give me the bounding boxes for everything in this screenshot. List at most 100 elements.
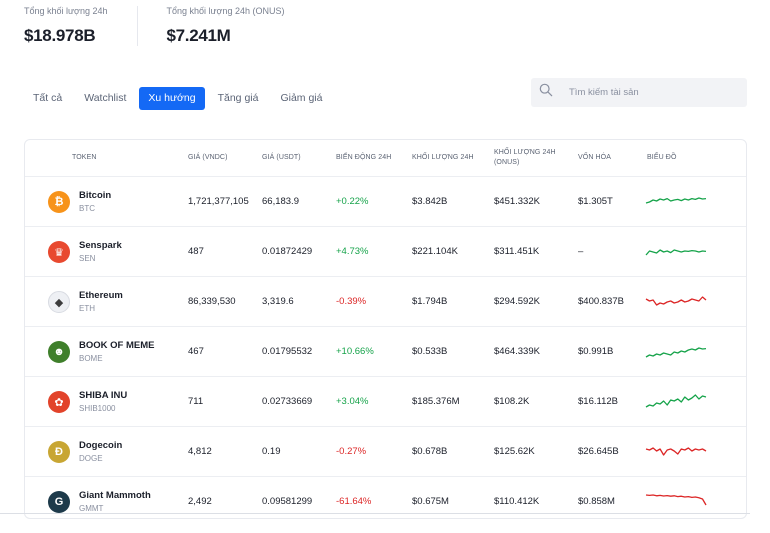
volume-24h-onus: $110.412K [494,496,540,507]
price-vndc: 467 [188,346,204,357]
price-vndc: 2,492 [188,496,212,507]
sparkline-chart [645,347,707,358]
price-vndc: 4,812 [188,446,212,457]
total-volume-value: $18.978B [24,26,96,45]
sparkline-path [645,447,707,456]
token-symbol: SEN [79,254,96,263]
volume-24h-onus: $294.592K [494,296,540,307]
market-cap: $26.645B [578,446,619,457]
price-usdt: 3,319.6 [262,296,294,307]
price-change: +0.22% [336,196,369,207]
market-cap: $1.305T [578,196,613,207]
token-symbol: BTC [79,204,95,213]
coin-glyph: ☻ [53,346,65,358]
table-row[interactable]: ₿ Bitcoin BTC 1,721,377,105 66,183.9 +0.22% $3… [25,176,746,226]
market-cap: $0.991B [578,346,614,357]
col-price-usdt: GIÁ (USDT) [262,154,301,161]
volume-24h: $0.675M [412,496,449,507]
sparkline-path [645,197,707,204]
volume-24h: $1.794B [412,296,448,307]
price-usdt: 0.02733669 [262,396,313,407]
price-change: +4.73% [336,246,369,257]
price-change: -0.27% [336,446,367,457]
token-name: Giant Mammoth [79,490,151,501]
table-row[interactable]: ✿ SHIBA INU SHIB1000 711 0.02733669 +3.04% $18… [25,376,746,426]
market-cap: $16.112B [578,396,618,407]
tab-watchlist[interactable]: Watchlist [75,87,135,110]
onus-volume-value: $7.241M [166,26,231,45]
token-symbol: ETH [79,304,95,313]
senspark-icon: ♛ [48,241,70,263]
market-cap: $0.858M [578,496,615,507]
sparkline-chart [645,447,707,456]
sparkline-path [645,394,707,408]
coin-glyph: Đ [55,446,63,458]
volume-24h: $0.533B [412,346,448,357]
token-name: SHIBA INU [79,390,128,401]
price-usdt: 0.19 [262,446,281,457]
tab-losers[interactable]: Giảm giá [271,87,331,110]
col-market-cap: VỐN HÓA [578,154,611,161]
volume-24h: $0.678B [412,446,448,457]
price-change: +10.66% [336,346,374,357]
col-change: BIẾN ĐỘNG 24H [336,154,392,161]
total-volume-stat: Tổng khối lượng 24h $18.978B [24,6,137,46]
col-price-vndc: GIÁ (VNDC) [188,154,228,161]
table-row[interactable]: Đ Dogecoin DOGE 4,812 0.19 -0.27% $0.678B $125.… [25,426,746,476]
table-row[interactable]: ◆ Ethereum ETH 86,339,530 3,319.6 -0.39% $1.79… [25,276,746,326]
tab-gainers[interactable]: Tăng giá [209,87,268,110]
bome-icon: ☻ [48,341,70,363]
tab-all[interactable]: Tất cả [24,87,71,110]
volume-24h: $221.104K [412,246,458,257]
sparkline-path [645,249,707,256]
price-usdt: 0.09581299 [262,496,313,507]
total-volume-label: Tổng khối lượng 24h [24,6,108,16]
token-symbol: BOME [79,354,103,363]
filter-tabs: Tất cả Watchlist Xu hướng Tăng giá Giảm … [24,87,331,110]
table-row[interactable]: ♛ Senspark SEN 487 0.01872429 +4.73% $221.104K… [25,226,746,276]
sparkline-chart [645,296,707,306]
price-vndc: 86,339,530 [188,296,236,307]
volume-24h: $3.842B [412,196,448,207]
search-input[interactable] [569,87,739,98]
volume-24h: $185.376M [412,396,460,407]
price-vndc: 1,721,377,105 [188,196,249,207]
search-box[interactable] [531,78,747,107]
price-usdt: 0.01872429 [262,246,313,257]
dogecoin-icon: Đ [48,441,70,463]
coin-glyph: ♛ [54,246,64,259]
search-icon [539,83,553,102]
sparkline-chart [645,249,707,256]
tab-trending[interactable]: Xu hướng [139,87,205,110]
token-name: Senspark [79,240,122,251]
giant-mammoth-icon: G [48,491,70,513]
price-change: -61.64% [336,496,372,507]
col-volume: KHỐI LƯỢNG 24H [412,154,474,161]
onus-volume-stat: Tổng khối lượng 24h (ONUS) $7.241M [137,6,314,46]
token-symbol: SHIB1000 [79,404,116,413]
table-row[interactable]: ☻ BOOK OF MEME BOME 467 0.01795532 +10.66% $0.… [25,326,746,376]
volume-24h-onus: $311.451K [494,246,540,257]
sparkline-chart [645,394,707,408]
coin-glyph: ◆ [54,296,64,309]
col-volume-onus: KHỐI LƯỢNG 24H (ONUS) [494,149,556,166]
volume-24h-onus: $125.62K [494,446,535,457]
col-chart: BIỂU ĐỒ [647,154,677,161]
market-cap: – [578,246,584,257]
sparkline-chart [645,197,707,204]
col-token: TOKEN [72,154,97,161]
shiba-icon: ✿ [48,391,70,413]
volume-stats: Tổng khối lượng 24h $18.978B Tổng khối l… [24,6,314,46]
volume-24h-onus: $108.2K [494,396,530,407]
sparkline-chart [645,494,707,506]
volume-24h-onus: $464.339K [494,346,540,357]
ethereum-icon: ◆ [48,291,70,313]
token-name: Bitcoin [79,190,112,201]
token-symbol: GMMT [79,504,104,513]
table-header: TOKEN GIÁ (VNDC) GIÁ (USDT) BIẾN ĐỘNG 24… [25,140,746,177]
onus-volume-label: Tổng khối lượng 24h (ONUS) [166,6,285,16]
sparkline-path [645,296,707,306]
sparkline-path [645,494,707,506]
bitcoin-icon: ₿ [48,191,70,213]
token-name: Ethereum [79,290,123,301]
